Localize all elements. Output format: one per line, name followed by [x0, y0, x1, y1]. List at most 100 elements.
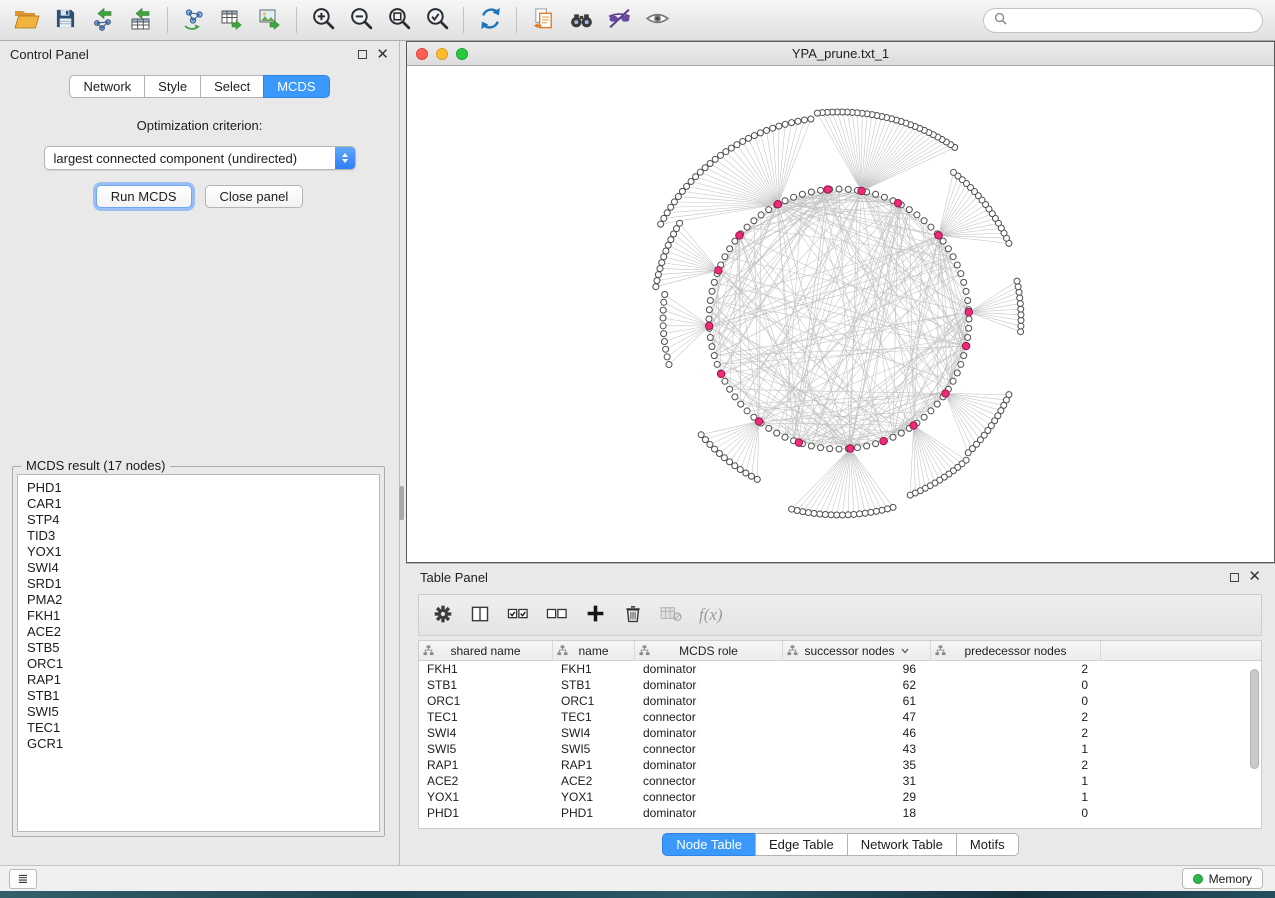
- mcds-result-item[interactable]: GCR1: [27, 736, 379, 752]
- mcds-result-item[interactable]: TEC1: [27, 720, 379, 736]
- deselect-all-button[interactable]: [546, 604, 568, 627]
- show-all-button[interactable]: [638, 4, 676, 36]
- toolbar-separator: [463, 7, 464, 33]
- table-row[interactable]: FKH1FKH1dominator962: [419, 661, 1261, 677]
- import-table-file-button[interactable]: [122, 4, 160, 36]
- open-button[interactable]: [8, 4, 46, 36]
- scrollbar-thumb[interactable]: [1250, 669, 1259, 769]
- column-header-successor-nodes[interactable]: successor nodes: [783, 641, 931, 661]
- zoom-fit-button[interactable]: [380, 4, 418, 36]
- import-network-file-button[interactable]: [84, 4, 122, 36]
- dropdown-value: largest connected component (undirected): [54, 151, 298, 166]
- table-row[interactable]: TEC1TEC1connector472: [419, 709, 1261, 725]
- mcds-result-item[interactable]: SWI4: [27, 560, 379, 576]
- node-table[interactable]: shared namenameMCDS rolesuccessor nodesp…: [418, 640, 1262, 829]
- mcds-result-item[interactable]: SWI5: [27, 704, 379, 720]
- table-cell: ACE2: [419, 773, 553, 789]
- table-row[interactable]: STB1STB1dominator620: [419, 677, 1261, 693]
- mcds-result-item[interactable]: TID3: [27, 528, 379, 544]
- column-header-predecessor-nodes[interactable]: predecessor nodes: [931, 641, 1101, 661]
- column-header-MCDS-role[interactable]: MCDS role: [635, 641, 783, 661]
- table-row[interactable]: PHD1PHD1dominator180: [419, 805, 1261, 821]
- mcds-result-item[interactable]: YOX1: [27, 544, 379, 560]
- save-button[interactable]: [46, 4, 84, 36]
- zoom-out-icon: [349, 6, 374, 34]
- column-tree-icon: [639, 645, 650, 659]
- mcds-result-item[interactable]: PHD1: [27, 480, 379, 496]
- mcds-result-item[interactable]: PMA2: [27, 592, 379, 608]
- export-image-button[interactable]: [251, 4, 289, 36]
- float-panel-icon[interactable]: [1230, 573, 1239, 582]
- mcds-result-list[interactable]: PHD1CAR1STP4TID3YOX1SWI4SRD1PMA2FKH1ACE2…: [17, 474, 380, 832]
- optimization-criterion-select[interactable]: largest connected component (undirected): [44, 146, 356, 170]
- mcds-result-item[interactable]: STB1: [27, 688, 379, 704]
- tab-style[interactable]: Style: [144, 75, 201, 98]
- run-mcds-button[interactable]: Run MCDS: [96, 185, 192, 208]
- search-box[interactable]: [983, 8, 1263, 33]
- table-row[interactable]: SWI4SWI4dominator462: [419, 725, 1261, 741]
- window-minimize-icon[interactable]: [436, 48, 448, 60]
- tab-node-table[interactable]: Node Table: [662, 833, 756, 856]
- table-row[interactable]: YOX1YOX1connector291: [419, 789, 1261, 805]
- tab-edge-table[interactable]: Edge Table: [755, 833, 848, 856]
- close-panel-button[interactable]: Close panel: [205, 185, 304, 208]
- show-columns-button[interactable]: [470, 604, 490, 627]
- find-button[interactable]: [562, 4, 600, 36]
- tab-motifs[interactable]: Motifs: [956, 833, 1019, 856]
- mcds-result-item[interactable]: ACE2: [27, 624, 379, 640]
- list-icon: ≣: [18, 871, 29, 887]
- select-all-button[interactable]: [507, 604, 529, 627]
- mcds-result-item[interactable]: ORC1: [27, 656, 379, 672]
- network-window-titlebar[interactable]: YPA_prune.txt_1: [407, 42, 1274, 66]
- table-scrollbar[interactable]: [1249, 663, 1260, 826]
- refresh-button[interactable]: [471, 4, 509, 36]
- table-row[interactable]: ORC1ORC1dominator610: [419, 693, 1261, 709]
- table-settings-button[interactable]: [433, 604, 453, 627]
- close-panel-icon[interactable]: ✕: [376, 50, 389, 60]
- float-panel-icon[interactable]: [358, 50, 367, 59]
- column-header-shared-name[interactable]: shared name: [419, 641, 553, 661]
- mcds-result-item[interactable]: STB5: [27, 640, 379, 656]
- network-graph[interactable]: [407, 66, 1274, 562]
- mcds-result-item[interactable]: SRD1: [27, 576, 379, 592]
- table-cell: 2: [931, 725, 1101, 741]
- mcds-result-item[interactable]: RAP1: [27, 672, 379, 688]
- delete-column-button[interactable]: [623, 604, 643, 627]
- table-cell: dominator: [635, 805, 783, 821]
- hide-selected-button[interactable]: [600, 4, 638, 36]
- export-network-button[interactable]: [175, 4, 213, 36]
- column-tree-icon: [423, 645, 434, 659]
- zoom-selected-button[interactable]: [418, 4, 456, 36]
- window-maximize-icon[interactable]: [456, 48, 468, 60]
- tab-network[interactable]: Network: [69, 75, 145, 98]
- table-row[interactable]: ACE2ACE2connector311: [419, 773, 1261, 789]
- memory-label: Memory: [1209, 872, 1252, 886]
- zoom-out-button[interactable]: [342, 4, 380, 36]
- table-cell: dominator: [635, 677, 783, 693]
- show-panels-button[interactable]: ≣: [9, 869, 37, 889]
- mcds-result-item[interactable]: CAR1: [27, 496, 379, 512]
- tab-select[interactable]: Select: [200, 75, 264, 98]
- panel-splitter-handle[interactable]: [399, 486, 404, 520]
- export-table-button[interactable]: [213, 4, 251, 36]
- table-cell: ACE2: [553, 773, 635, 789]
- tab-network-table[interactable]: Network Table: [847, 833, 957, 856]
- network-canvas[interactable]: [407, 66, 1274, 562]
- mcds-result-item[interactable]: FKH1: [27, 608, 379, 624]
- zoom-in-button[interactable]: [304, 4, 342, 36]
- clone-network-button[interactable]: [524, 4, 562, 36]
- window-close-icon[interactable]: [416, 48, 428, 60]
- mcds-result-item[interactable]: STP4: [27, 512, 379, 528]
- mcds-result-group: MCDS result (17 nodes) PHD1CAR1STP4TID3Y…: [12, 466, 385, 837]
- table-row[interactable]: RAP1RAP1dominator352: [419, 757, 1261, 773]
- tab-mcds[interactable]: MCDS: [263, 75, 329, 98]
- memory-button[interactable]: Memory: [1182, 868, 1263, 889]
- table-row[interactable]: SWI5SWI5connector431: [419, 741, 1261, 757]
- glasses-slash-icon: [607, 6, 632, 34]
- table-cell: PHD1: [553, 805, 635, 821]
- add-column-button[interactable]: [585, 603, 606, 627]
- column-header-name[interactable]: name: [553, 641, 635, 661]
- close-panel-icon[interactable]: ✕: [1248, 572, 1261, 582]
- import-network-icon: [91, 7, 115, 34]
- search-input[interactable]: [1013, 13, 1252, 27]
